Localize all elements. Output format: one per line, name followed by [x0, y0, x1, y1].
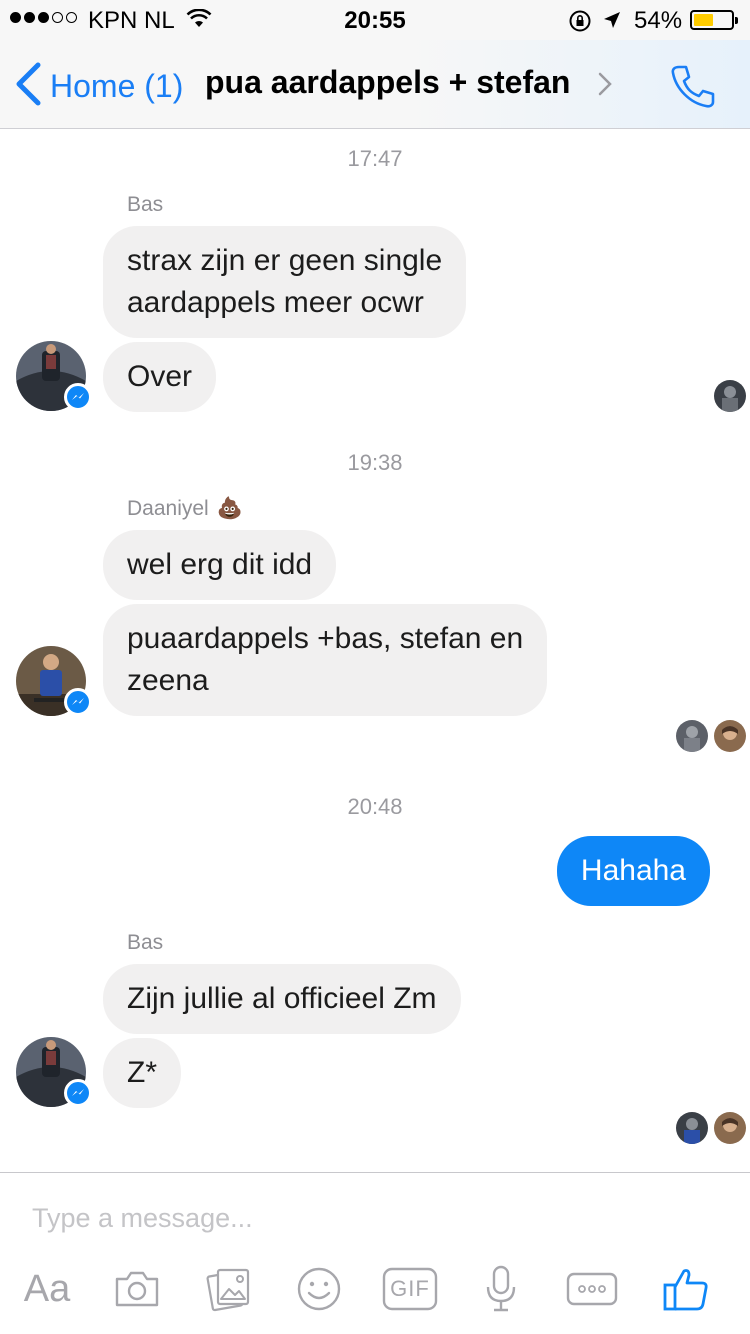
emoji-smiley-icon[interactable] [296, 1265, 342, 1313]
sender-name: Bas [127, 931, 163, 955]
read-receipt-avatar [714, 720, 746, 752]
read-receipt-avatar [676, 720, 708, 752]
location-arrow-icon [602, 10, 622, 35]
phone-call-icon[interactable] [668, 62, 716, 115]
avatar[interactable] [16, 341, 92, 411]
message-bubble[interactable]: wel erg dit idd [103, 530, 337, 600]
battery-percentage: 54% [634, 7, 683, 34]
read-receipt-avatar [714, 1112, 746, 1144]
timestamp: 19:38 [347, 450, 403, 475]
gif-button[interactable]: GIF [382, 1265, 438, 1313]
avatar[interactable] [16, 646, 92, 716]
sender-name: Daaniyel 💩 [127, 497, 243, 521]
messenger-badge-icon [64, 688, 92, 716]
timestamp: 20:48 [347, 794, 403, 819]
outgoing-message-bubble[interactable]: Hahaha [556, 836, 710, 906]
avatar[interactable] [16, 1037, 92, 1107]
chevron-right-icon[interactable] [598, 72, 612, 101]
back-button[interactable]: Home (1) [14, 62, 183, 111]
microphone-icon[interactable] [484, 1265, 518, 1313]
more-options-icon[interactable] [566, 1265, 618, 1313]
like-thumbs-up-icon[interactable] [662, 1265, 710, 1313]
message-composer: Aa GIF [0, 1172, 750, 1334]
read-receipt-avatar [676, 1112, 708, 1144]
sender-name-text: Bas [127, 931, 164, 954]
rotation-lock-icon [568, 9, 592, 38]
poop-emoji-icon: 💩 [216, 497, 243, 520]
text-format-label: Aa [23, 1267, 71, 1310]
timestamp: 17:47 [347, 146, 403, 171]
sender-name-text: Daaniyel [127, 497, 209, 520]
sender-name-text: Bas [127, 193, 164, 216]
message-bubble[interactable]: Zijn jullie al officieel Zm [103, 964, 461, 1034]
photo-gallery-icon[interactable] [204, 1265, 254, 1313]
gif-label: GIF [390, 1276, 430, 1301]
back-label: Home (1) [50, 68, 184, 104]
navigation-bar: Home (1) pua aardappels + stefan [0, 40, 750, 129]
message-input[interactable] [32, 1203, 712, 1234]
messenger-badge-icon [64, 383, 92, 411]
conversation-title[interactable]: pua aardappels + stefan [205, 64, 570, 101]
text-format-button[interactable]: Aa [20, 1265, 74, 1313]
read-receipt-avatar [714, 380, 746, 412]
messenger-badge-icon [64, 1079, 92, 1107]
message-bubble[interactable]: puaardappels +bas, stefan en zeena [103, 604, 548, 716]
chevron-left-icon [14, 62, 42, 111]
message-bubble[interactable]: Z* [103, 1038, 181, 1108]
status-bar: KPN NL 20:55 54% [0, 0, 750, 40]
battery-icon [690, 10, 738, 30]
sender-name: Bas [127, 193, 163, 217]
message-bubble[interactable]: strax zijn er geen single aardappels mee… [103, 226, 467, 338]
camera-icon[interactable] [112, 1265, 162, 1313]
message-bubble[interactable]: Over [103, 342, 217, 412]
